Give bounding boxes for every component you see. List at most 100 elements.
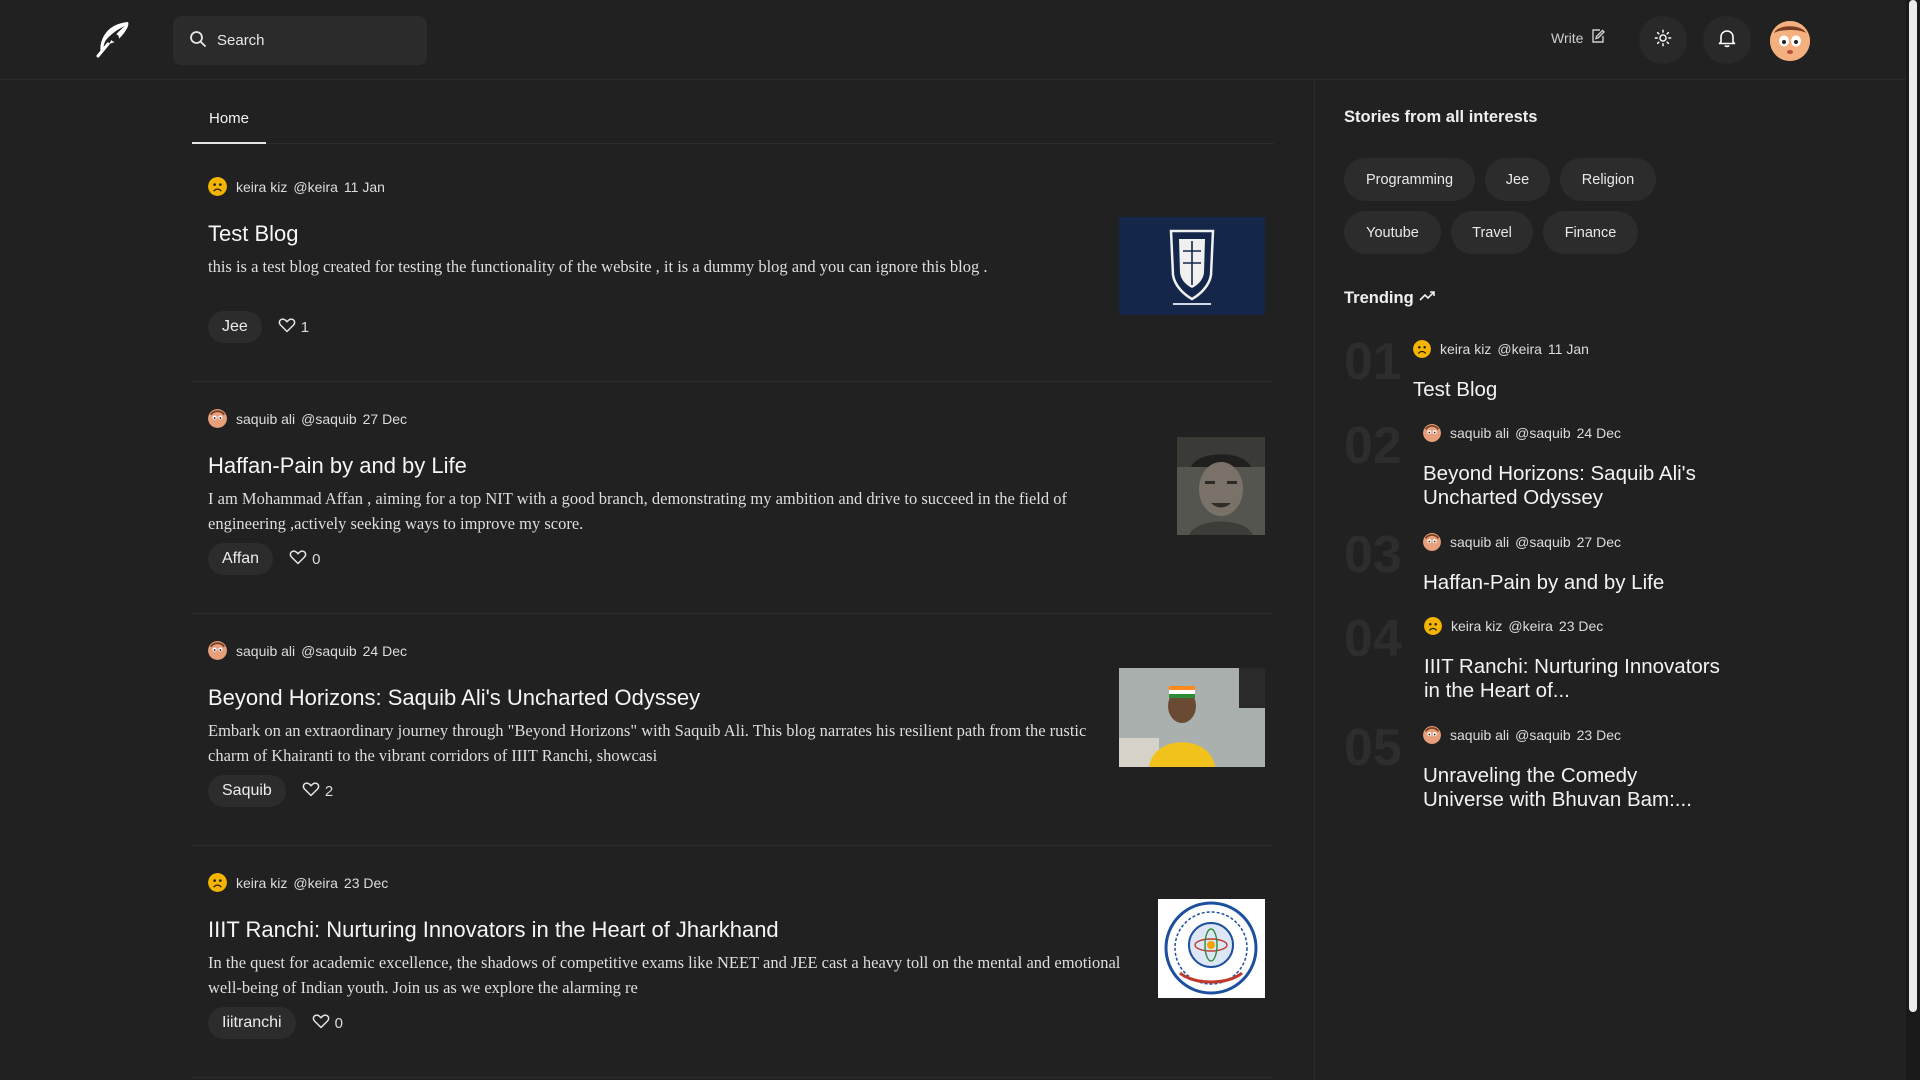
author-name[interactable]: saquib ali — [1450, 425, 1509, 441]
author-avatar[interactable] — [208, 409, 227, 428]
post-card[interactable]: keira kiz @keira 23 Dec IIIT Ranchi: Nur… — [192, 846, 1274, 1078]
search-input[interactable]: Search — [173, 16, 427, 65]
post-date: 24 Dec — [362, 642, 407, 659]
post-thumbnail[interactable] — [1119, 217, 1265, 315]
heart-icon — [302, 780, 320, 802]
author-name[interactable]: saquib ali — [236, 643, 295, 659]
post-card[interactable]: keira kiz @keira 11 Jan Test Blog this i… — [192, 150, 1274, 382]
author-handle: @saquib — [1515, 534, 1571, 550]
author-avatar[interactable] — [1423, 533, 1441, 551]
trending-title[interactable]: Test Blog — [1413, 378, 1713, 402]
post-footer: Iiitranchi 0 — [208, 1007, 343, 1039]
post-footer: Saquib 2 — [208, 775, 333, 807]
write-button[interactable]: Write — [1551, 28, 1606, 47]
post-excerpt: Embark on an extraordinary journey throu… — [208, 721, 1087, 765]
author-name[interactable]: keira kiz — [1451, 618, 1502, 634]
trending-title[interactable]: Beyond Horizons: Saquib Ali's Uncharted … — [1423, 462, 1723, 510]
trending-up-icon — [1419, 288, 1435, 309]
heart-icon — [278, 316, 296, 338]
author-name[interactable]: keira kiz — [236, 179, 287, 195]
author-name[interactable]: saquib ali — [236, 411, 295, 427]
author-handle: @saquib — [301, 410, 357, 427]
trending-meta: saquib ali @saquib 24 Dec — [1423, 424, 1621, 442]
author-avatar[interactable] — [1423, 726, 1441, 744]
top-navbar: Search Write — [0, 0, 1906, 80]
trending-title[interactable]: IIIT Ranchi: Nurturing Innovators in the… — [1424, 655, 1724, 703]
trending-rank: 02 — [1344, 417, 1402, 475]
trending-rank: 03 — [1344, 526, 1402, 584]
interest-chip[interactable]: Religion — [1560, 158, 1656, 201]
user-avatar[interactable] — [1770, 21, 1810, 61]
like-button[interactable]: 0 — [289, 548, 320, 570]
author-avatar[interactable] — [208, 177, 227, 196]
author-avatar[interactable] — [1423, 424, 1441, 442]
post-meta: keira kiz @keira 11 Jan — [208, 177, 385, 196]
interest-chip[interactable]: Travel — [1451, 211, 1533, 254]
like-button[interactable]: 1 — [278, 316, 309, 338]
trending-date: 24 Dec — [1576, 425, 1621, 441]
author-avatar[interactable] — [208, 873, 227, 892]
trending-rank: 05 — [1344, 719, 1402, 777]
post-excerpt: In the quest for academic excellence, th… — [208, 953, 1121, 997]
heart-icon — [289, 548, 307, 570]
author-handle: @keira — [1497, 341, 1542, 357]
post-thumbnail[interactable] — [1119, 668, 1265, 767]
post-meta: saquib ali @saquib 27 Dec — [208, 409, 407, 428]
post-meta: keira kiz @keira 23 Dec — [208, 873, 388, 892]
author-name[interactable]: keira kiz — [236, 875, 287, 891]
post-date: 27 Dec — [362, 410, 407, 427]
trending-label: Trending — [1344, 289, 1414, 307]
theme-toggle-button[interactable] — [1639, 16, 1687, 64]
post-card[interactable]: saquib ali @saquib 24 Dec Beyond Horizon… — [192, 614, 1274, 846]
trending-meta: saquib ali @saquib 23 Dec — [1423, 726, 1621, 744]
feed-tabs: Home — [192, 100, 1274, 144]
author-handle: @saquib — [1515, 425, 1571, 441]
post-tag[interactable]: Saquib — [208, 775, 286, 807]
author-avatar[interactable] — [208, 641, 227, 660]
author-avatar[interactable] — [1413, 340, 1431, 358]
author-handle: @keira — [1508, 618, 1553, 634]
author-name[interactable]: saquib ali — [1450, 534, 1509, 550]
author-name[interactable]: saquib ali — [1450, 727, 1509, 743]
notifications-button[interactable] — [1703, 16, 1751, 64]
scrollbar-thumb[interactable] — [1909, 0, 1917, 1012]
search-placeholder: Search — [217, 32, 265, 49]
post-card[interactable]: saquib ali @saquib 27 Dec Haffan-Pain by… — [192, 382, 1274, 614]
like-count: 0 — [334, 1014, 343, 1032]
trending-title[interactable]: Haffan-Pain by and by Life — [1423, 571, 1723, 595]
trending-date: 23 Dec — [1558, 618, 1604, 634]
post-thumbnail[interactable] — [1177, 437, 1265, 535]
trending-meta: keira kiz @keira 23 Dec — [1424, 617, 1603, 635]
like-button[interactable]: 2 — [302, 780, 333, 802]
feather-logo-icon[interactable] — [92, 18, 134, 60]
trending-date: 11 Jan — [1547, 341, 1589, 357]
like-count: 1 — [300, 318, 310, 336]
post-tag[interactable]: Affan — [208, 543, 274, 575]
post-tag[interactable]: Iiitranchi — [208, 1007, 296, 1039]
post-title[interactable]: IIIT Ranchi: Nurturing Innovators in the… — [208, 917, 779, 943]
like-button[interactable]: 0 — [312, 1012, 343, 1034]
author-handle: @keira — [293, 178, 338, 195]
interest-chip[interactable]: Jee — [1485, 158, 1550, 201]
author-avatar[interactable] — [1424, 617, 1442, 635]
post-tag[interactable]: Jee — [208, 311, 262, 343]
post-title[interactable]: Beyond Horizons: Saquib Ali's Uncharted … — [208, 685, 700, 711]
post-title[interactable]: Test Blog — [208, 221, 299, 247]
tab-home[interactable]: Home — [192, 100, 267, 144]
interest-chip[interactable]: Finance — [1543, 211, 1638, 254]
page-scrollbar[interactable] — [1906, 0, 1920, 1080]
interest-chip[interactable]: Programming — [1344, 158, 1475, 201]
heart-icon — [312, 1012, 330, 1034]
write-label: Write — [1551, 29, 1584, 46]
post-meta: saquib ali @saquib 24 Dec — [208, 641, 407, 660]
trending-heading: Trending — [1344, 288, 1435, 309]
post-excerpt: I am Mohammad Affan , aiming for a top N… — [208, 489, 1068, 533]
trending-title[interactable]: Unraveling the Comedy Universe with Bhuv… — [1423, 764, 1723, 812]
interest-chip[interactable]: Youtube — [1344, 211, 1441, 254]
trending-rank: 04 — [1344, 610, 1402, 668]
author-name[interactable]: keira kiz — [1440, 341, 1491, 357]
author-handle: @saquib — [1515, 727, 1571, 743]
author-handle: @keira — [293, 874, 338, 891]
post-thumbnail[interactable] — [1158, 899, 1265, 998]
post-title[interactable]: Haffan-Pain by and by Life — [208, 453, 467, 479]
